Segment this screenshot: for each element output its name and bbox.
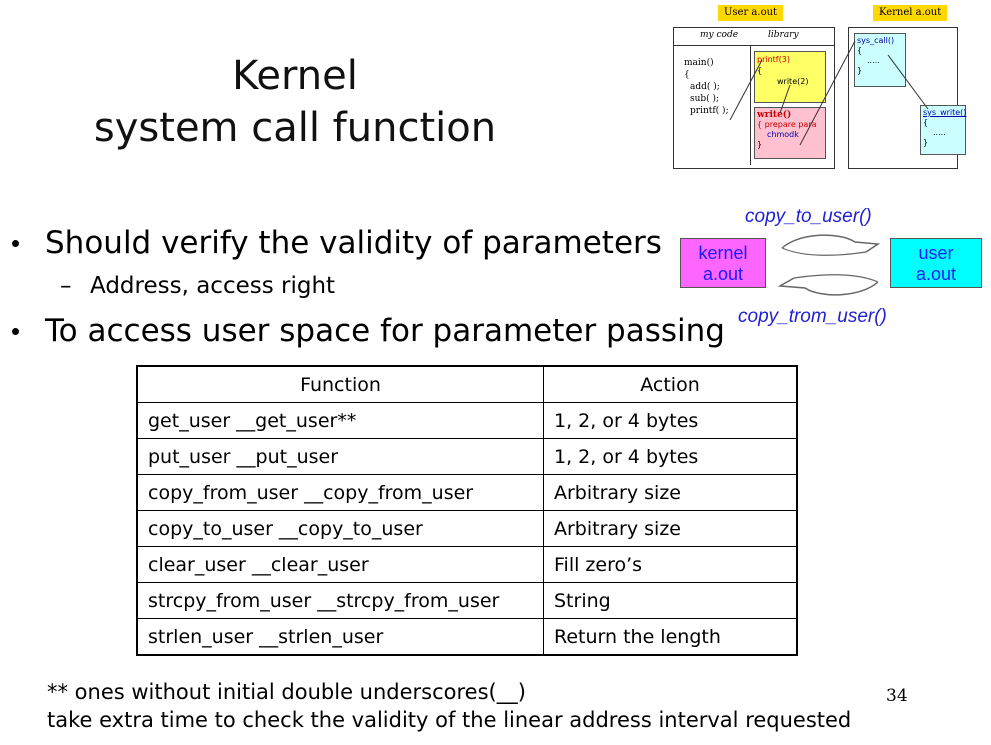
call-schematic: User a.out Kernel a.out my code library … bbox=[670, 5, 966, 175]
slide-title: Kernel system call function bbox=[60, 50, 530, 154]
table-row: put_user __put_user 1, 2, or 4 bytes bbox=[136, 438, 798, 475]
function-cell: copy_from_user __copy_from_user bbox=[136, 474, 544, 511]
header-function: Function bbox=[136, 365, 544, 403]
sub-bullet-address: Address, access right bbox=[90, 273, 336, 299]
action-cell: 1, 2, or 4 bytes bbox=[543, 402, 798, 439]
table-row: copy_from_user __copy_from_user Arbitrar… bbox=[136, 474, 798, 511]
header-action: Action bbox=[543, 365, 798, 403]
table-row: copy_to_user __copy_to_user Arbitrary si… bbox=[136, 510, 798, 547]
action-cell: Fill zero’s bbox=[543, 546, 798, 583]
user-label: user bbox=[918, 243, 954, 263]
kernel-aout-box: kernel a.out bbox=[680, 238, 766, 288]
sub-bullet-dash: – bbox=[60, 273, 72, 299]
page-number: 34 bbox=[886, 686, 908, 706]
bullet-user-space: To access user space for parameter passi… bbox=[45, 313, 725, 349]
function-cell: copy_to_user __copy_to_user bbox=[136, 510, 544, 547]
table-row: strcpy_from_user __strcpy_from_user Stri… bbox=[136, 582, 798, 619]
action-cell: Return the length bbox=[543, 618, 798, 656]
schematic-arrows bbox=[729, 40, 929, 146]
table-row: clear_user __clear_user Fill zero’s bbox=[136, 546, 798, 583]
bullet-dot bbox=[12, 328, 19, 335]
bullet-dot bbox=[12, 240, 19, 247]
user-aout-label: a.out bbox=[915, 264, 957, 284]
function-cell: put_user __put_user bbox=[136, 438, 544, 475]
bullet-verify-params: Should verify the validity of parameters bbox=[45, 225, 662, 261]
title-line-2: system call function bbox=[93, 105, 497, 151]
action-cell: 1, 2, or 4 bytes bbox=[543, 438, 798, 475]
function-table: Function Action get_user __get_user** 1,… bbox=[136, 365, 798, 656]
footnote-line-1: ** ones without initial double underscor… bbox=[47, 680, 526, 704]
copy-arrows bbox=[777, 234, 881, 296]
function-cell: get_user __get_user** bbox=[136, 402, 544, 439]
table-row: get_user __get_user** 1, 2, or 4 bytes bbox=[136, 402, 798, 439]
action-cell: Arbitrary size bbox=[543, 510, 798, 547]
function-cell: strcpy_from_user __strcpy_from_user bbox=[136, 582, 544, 619]
title-line-1: Kernel bbox=[232, 53, 358, 99]
kernel-aout-label: a.out bbox=[702, 264, 744, 284]
function-cell: clear_user __clear_user bbox=[136, 546, 544, 583]
copy-to-user-label: copy_to_user() bbox=[745, 206, 872, 227]
table-row: strlen_user __strlen_user Return the len… bbox=[136, 618, 798, 656]
user-aout-box: user a.out bbox=[890, 238, 982, 288]
kernel-label: kernel bbox=[698, 243, 748, 263]
footnote-line-2: take extra time to check the validity of… bbox=[47, 708, 852, 732]
function-cell: strlen_user __strlen_user bbox=[136, 618, 544, 656]
action-cell: Arbitrary size bbox=[543, 474, 798, 511]
copy-from-user-label: copy_trom_user() bbox=[738, 306, 887, 327]
action-cell: String bbox=[543, 582, 798, 619]
table-header-row: Function Action bbox=[136, 365, 798, 403]
